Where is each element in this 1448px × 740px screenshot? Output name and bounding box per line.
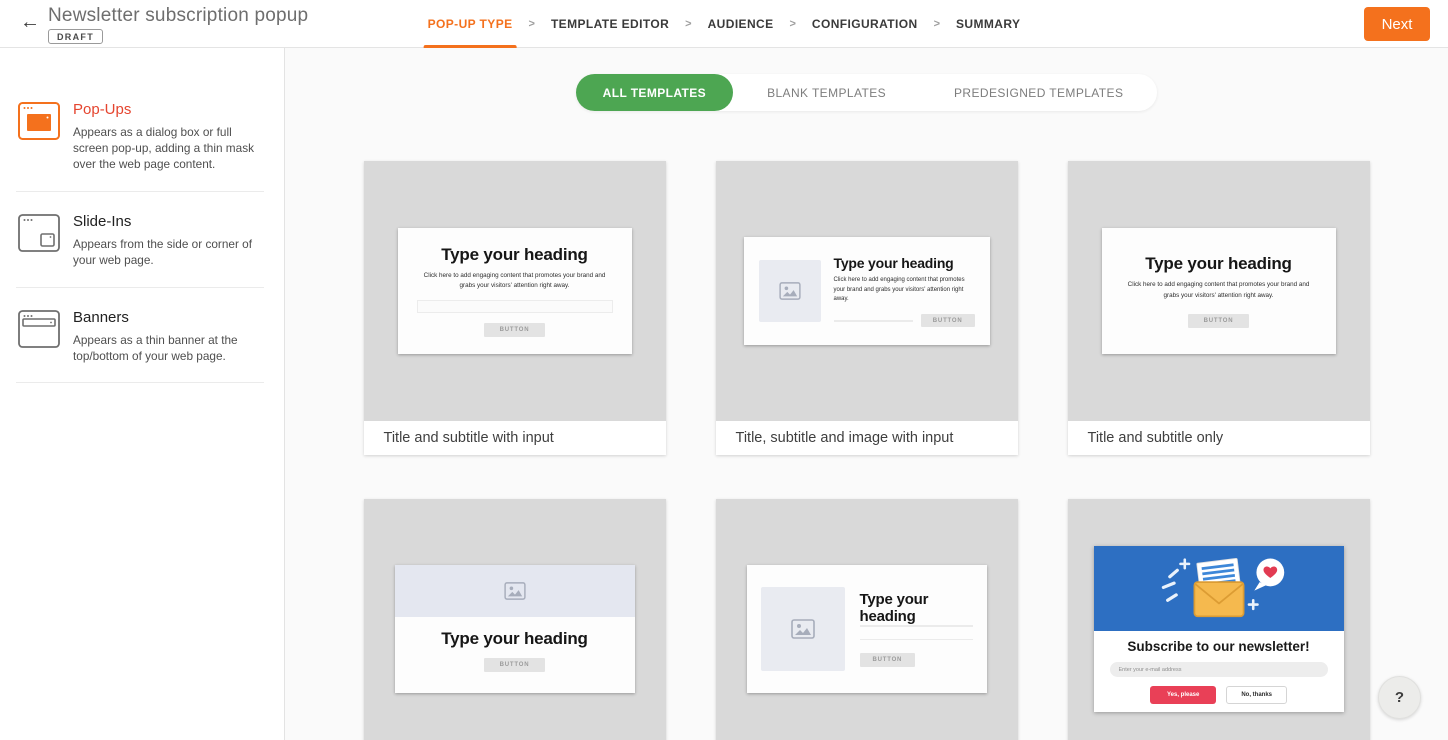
template-gallery: ALL TEMPLATES BLANK TEMPLATES PREDESIGNE…	[285, 48, 1448, 740]
template-card-title-subtitle-input[interactable]: Type your heading Click here to add enga…	[364, 161, 666, 455]
divider	[16, 287, 264, 288]
template-caption: Title and subtitle with input	[364, 421, 666, 455]
template-preview: Subscribe to our newsletter! Yes, please…	[1068, 499, 1370, 740]
mock-popup: Type your heading BUTTON	[395, 565, 635, 693]
mock-input-field	[417, 300, 613, 313]
chevron-right-icon: >	[789, 18, 795, 30]
template-card-image-left[interactable]: Type your heading BUTTON	[716, 499, 1018, 740]
mock-popup: Subscribe to our newsletter! Yes, please…	[1094, 546, 1344, 712]
tab-blank-templates[interactable]: BLANK TEMPLATES	[733, 74, 920, 111]
template-card-predesigned-newsletter[interactable]: Subscribe to our newsletter! Yes, please…	[1068, 499, 1370, 740]
template-preview: Type your heading BUTTON	[364, 499, 666, 740]
mock-heading: Type your heading	[834, 255, 975, 271]
mock-button: BUTTON	[484, 658, 546, 672]
mock-button: BUTTON	[1188, 314, 1250, 328]
sidebar-item-title: Slide-Ins	[73, 213, 264, 230]
chevron-right-icon: >	[685, 18, 691, 30]
sidebar-item-slideins[interactable]: Slide-Ins Appears from the side or corne…	[0, 210, 284, 269]
template-card-image-top[interactable]: Type your heading BUTTON	[364, 499, 666, 740]
newsletter-decline-button: No, thanks	[1226, 686, 1287, 704]
popup-type-sidebar: Pop-Ups Appears as a dialog box or full …	[0, 48, 285, 740]
mock-heading: Type your heading	[441, 629, 587, 649]
mock-input-field	[834, 320, 913, 322]
help-button[interactable]: ?	[1378, 676, 1421, 719]
chevron-right-icon: >	[934, 18, 940, 30]
page-title: Newsletter subscription popup	[48, 5, 308, 27]
sidebar-item-text: Pop-Ups Appears as a dialog box or full …	[73, 98, 264, 173]
sidebar-item-text: Slide-Ins Appears from the side or corne…	[73, 210, 264, 269]
mock-popup: Type your heading Click here to add enga…	[398, 228, 632, 354]
sidebar-item-description: Appears as a dialog box or full screen p…	[73, 125, 264, 173]
mock-input-field	[860, 625, 973, 627]
mock-subtitle: Click here to add engaging content that …	[1128, 280, 1310, 301]
template-grid: Type your heading Click here to add enga…	[364, 161, 1370, 740]
slidein-window-icon	[16, 210, 62, 256]
template-card-title-subtitle-image-input[interactable]: Type your heading Click here to add enga…	[716, 161, 1018, 455]
tab-predesigned-templates[interactable]: PREDESIGNED TEMPLATES	[920, 74, 1157, 111]
sidebar-item-description: Appears as a thin banner at the top/bott…	[73, 333, 264, 365]
mock-heading: Type your heading	[441, 245, 587, 265]
template-card-title-subtitle-only[interactable]: Type your heading Click here to add enga…	[1068, 161, 1370, 455]
sidebar-item-popups[interactable]: Pop-Ups Appears as a dialog box or full …	[0, 98, 284, 173]
mock-heading: Type your heading	[1145, 254, 1291, 274]
mock-popup: Type your heading Click here to add enga…	[744, 237, 990, 345]
sidebar-item-banners[interactable]: Banners Appears as a thin banner at the …	[0, 306, 284, 365]
sidebar-item-title: Banners	[73, 309, 264, 326]
newsletter-email-input	[1110, 662, 1328, 677]
title-block: Newsletter subscription popup DRAFT	[48, 0, 308, 44]
mock-popup: Type your heading BUTTON	[747, 565, 987, 693]
newsletter-body: Subscribe to our newsletter! Yes, please…	[1094, 631, 1344, 712]
newsletter-illustration	[1094, 546, 1344, 631]
step-template-editor[interactable]: TEMPLATE EDITOR	[549, 0, 671, 48]
template-preview: Type your heading Click here to add enga…	[1068, 161, 1370, 421]
template-preview: Type your heading Click here to add enga…	[716, 161, 1018, 421]
step-configuration[interactable]: CONFIGURATION	[810, 0, 920, 48]
breadcrumb: POP-UP TYPE > TEMPLATE EDITOR > AUDIENCE…	[426, 0, 1023, 48]
chevron-right-icon: >	[529, 18, 535, 30]
tab-all-templates[interactable]: ALL TEMPLATES	[576, 74, 733, 111]
status-badge: DRAFT	[48, 29, 103, 44]
step-popup-type[interactable]: POP-UP TYPE	[426, 0, 515, 48]
template-caption: Title, subtitle and image with input	[716, 421, 1018, 455]
back-arrow-icon[interactable]: ←	[16, 12, 44, 32]
mock-subtitle: Click here to add engaging content that …	[834, 276, 975, 306]
image-placeholder-icon	[761, 587, 845, 671]
newsletter-title: Subscribe to our newsletter!	[1127, 639, 1309, 654]
template-caption: Title and subtitle only	[1068, 421, 1370, 455]
divider	[16, 382, 264, 383]
template-preview: Type your heading Click here to add enga…	[364, 161, 666, 421]
banner-window-icon	[16, 306, 62, 352]
divider	[16, 191, 264, 192]
sidebar-item-description: Appears from the side or corner of your …	[73, 237, 264, 269]
step-audience[interactable]: AUDIENCE	[706, 0, 776, 48]
mock-button: BUTTON	[860, 653, 916, 667]
next-button[interactable]: Next	[1364, 7, 1430, 41]
step-summary[interactable]: SUMMARY	[954, 0, 1022, 48]
mock-subtitle: Click here to add engaging content that …	[424, 271, 606, 292]
image-placeholder-icon	[759, 260, 821, 322]
template-filter-tabs: ALL TEMPLATES BLANK TEMPLATES PREDESIGNE…	[576, 74, 1158, 111]
image-placeholder-icon	[395, 565, 635, 617]
sidebar-item-title: Pop-Ups	[73, 101, 264, 118]
mock-heading: Type your heading	[860, 591, 973, 625]
newsletter-accept-button: Yes, please	[1150, 686, 1216, 704]
mock-button: BUTTON	[484, 323, 546, 337]
popup-window-icon	[16, 98, 62, 144]
top-header: ← Newsletter subscription popup DRAFT PO…	[0, 0, 1448, 48]
mock-input-field	[860, 639, 973, 641]
sidebar-item-text: Banners Appears as a thin banner at the …	[73, 306, 264, 365]
mock-popup: Type your heading Click here to add enga…	[1102, 228, 1336, 354]
mock-button: BUTTON	[921, 314, 975, 327]
template-preview: Type your heading BUTTON	[716, 499, 1018, 740]
